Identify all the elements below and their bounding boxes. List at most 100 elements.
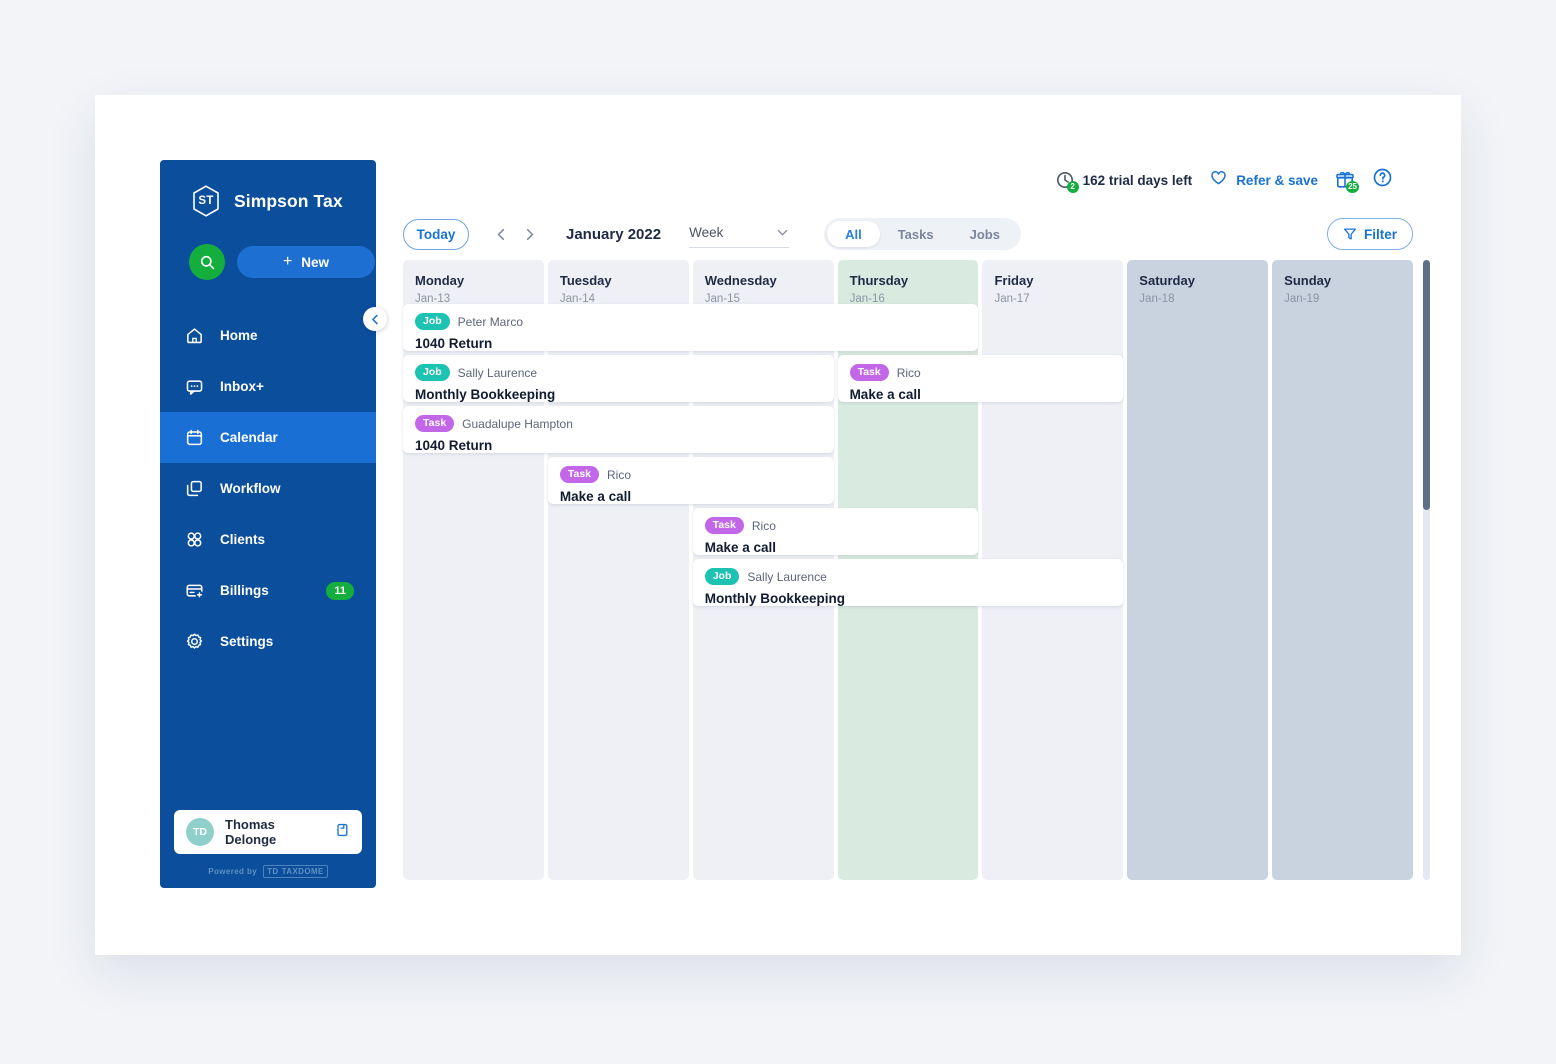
sidebar-collapse-button[interactable] (363, 307, 387, 331)
funnel-icon (1343, 228, 1357, 240)
entity-filter-tabs: All Tasks Jobs (824, 218, 1021, 250)
calendar-toolbar: Today January 2022 Week All Tasks Jobs F… (403, 215, 1413, 253)
workflow-icon (184, 479, 204, 499)
sidebar-item-label: Billings (220, 583, 269, 598)
filter-label: Filter (1363, 226, 1397, 242)
event-title: Make a call (704, 540, 776, 555)
event-meta: Task Rico (849, 364, 1112, 381)
chevron-down-icon (777, 229, 788, 236)
calendar-event-card[interactable]: Job Sally Laurence Monthly Bookkeeping (692, 559, 1124, 606)
event-meta: Job Sally Laurence (415, 364, 822, 381)
previous-week-button[interactable] (488, 221, 514, 247)
home-icon (184, 326, 204, 346)
trial-status[interactable]: 2 162 trial days left (1055, 170, 1193, 193)
sidebar-item-label: Clients (220, 532, 266, 547)
calendar-event-card[interactable]: Job Peter Marco 1040 Return (403, 304, 979, 351)
clients-icon (184, 530, 204, 550)
sidebar-item-clients[interactable]: Clients (160, 514, 376, 565)
event-title: 1040 Return (415, 336, 493, 351)
chevron-left-icon (497, 228, 504, 240)
help-button[interactable] (1372, 167, 1393, 193)
event-title: 1040 Return (415, 438, 493, 453)
event-type-badge: Task (415, 415, 455, 432)
sidebar-item-billings[interactable]: Billings 11 (160, 565, 376, 616)
event-meta: Job Peter Marco (415, 313, 966, 330)
user-card[interactable]: TD Thomas Delonge (174, 810, 362, 854)
sidebar-item-label: Home (220, 328, 258, 343)
event-assignee: Rico (751, 518, 776, 533)
switch-account-icon[interactable] (334, 822, 350, 843)
filter-button[interactable]: Filter (1327, 218, 1413, 250)
next-week-button[interactable] (516, 221, 542, 247)
search-button[interactable] (189, 244, 225, 280)
taxdome-logo: TD TAXDOME (263, 864, 328, 878)
calendar-scrollbar[interactable] (1423, 260, 1430, 880)
calendar-events-layer: Job Peter Marco 1040 Return Job Sally Lauren… (403, 260, 1413, 880)
brand-logo: ST Simpson Tax (160, 160, 376, 218)
plus-icon: + (282, 253, 293, 270)
app-window: ST Simpson Tax + New Home Inbox+ Calenda… (95, 95, 1461, 955)
taxdome-wordmark: TAXDOME (281, 866, 324, 876)
calendar-event-card[interactable]: Task Rico Make a call (692, 508, 979, 555)
event-type-badge: Job (415, 364, 450, 381)
calendar-grid: Monday Jan-13 Tuesday Jan-14 Wednesday Jan-15… (403, 260, 1430, 880)
tab-jobs[interactable]: Jobs (952, 221, 1018, 247)
avatar: TD (186, 818, 214, 846)
calendar-event-card[interactable]: Task Guadalupe Hampton 1040 Return (403, 406, 834, 453)
header-utility-bar: 2 162 trial days left Refer & save 25 (1055, 167, 1393, 193)
powered-by: Powered by TD TAXDOME (160, 854, 376, 888)
refer-label: Refer & save (1236, 172, 1318, 188)
tab-all[interactable]: All (827, 221, 880, 247)
sidebar-item-home[interactable]: Home (160, 310, 376, 361)
event-type-badge: Task (704, 517, 744, 534)
event-assignee: Sally Laurence (457, 365, 538, 380)
gift-button[interactable]: 25 (1335, 170, 1359, 193)
sidebar-nav: Home Inbox+ Calendar Workflow Clients Bi… (160, 310, 376, 667)
event-assignee: Peter Marco (457, 314, 524, 329)
powered-by-label: Powered by (208, 866, 258, 876)
calendar-event-card[interactable]: Task Rico Make a call (547, 457, 834, 504)
today-button[interactable]: Today (403, 218, 469, 250)
billings-icon (184, 581, 204, 601)
new-button-label: New (301, 254, 330, 270)
event-assignee: Sally Laurence (747, 569, 827, 584)
event-meta: Task Guadalupe Hampton (415, 415, 822, 432)
new-button[interactable]: + New (237, 246, 375, 278)
current-month-label: January 2022 (566, 225, 662, 243)
search-icon (200, 255, 214, 269)
refer-and-save-link[interactable]: Refer & save (1209, 168, 1318, 192)
sidebar-item-label: Inbox+ (220, 379, 264, 394)
event-assignee: Rico (896, 365, 921, 380)
sidebar-item-calendar[interactable]: Calendar (160, 412, 376, 463)
event-assignee: Rico (607, 467, 632, 482)
chevron-left-icon (371, 314, 378, 324)
gift-badge: 25 (1346, 181, 1359, 193)
chevron-right-icon (526, 228, 533, 240)
calendar-event-card[interactable]: Task Rico Make a call (837, 355, 1124, 402)
sidebar-actions: + New (160, 218, 376, 280)
event-meta: Task Rico (704, 517, 967, 534)
calendar-event-card[interactable]: Job Sally Laurence Monthly Bookkeeping (403, 355, 834, 402)
sidebar-item-label: Settings (220, 634, 274, 649)
heart-icon (1209, 168, 1228, 192)
clock-icon: 2 (1055, 170, 1079, 193)
gear-icon (184, 632, 204, 652)
event-type-badge: Task (559, 466, 599, 483)
sidebar-item-inbox[interactable]: Inbox+ (160, 361, 376, 412)
sidebar-item-label: Calendar (220, 430, 278, 445)
sidebar-item-workflow[interactable]: Workflow (160, 463, 376, 514)
taxdome-mark: TD (267, 866, 279, 876)
sidebar-item-settings[interactable]: Settings (160, 616, 376, 667)
trial-label: 162 trial days left (1082, 172, 1193, 188)
view-mode-value: Week (689, 225, 724, 240)
tab-tasks[interactable]: Tasks (880, 221, 952, 247)
event-title: Monthly Bookkeeping (415, 387, 556, 402)
event-title: Monthly Bookkeeping (704, 591, 845, 606)
billings-badge: 11 (326, 581, 354, 600)
trial-badge: 2 (1066, 181, 1079, 193)
event-assignee: Guadalupe Hampton (462, 416, 573, 431)
calendar-scrollbar-thumb[interactable] (1423, 260, 1430, 510)
view-mode-select[interactable]: Week (689, 220, 790, 248)
event-type-badge: Job (415, 313, 450, 330)
